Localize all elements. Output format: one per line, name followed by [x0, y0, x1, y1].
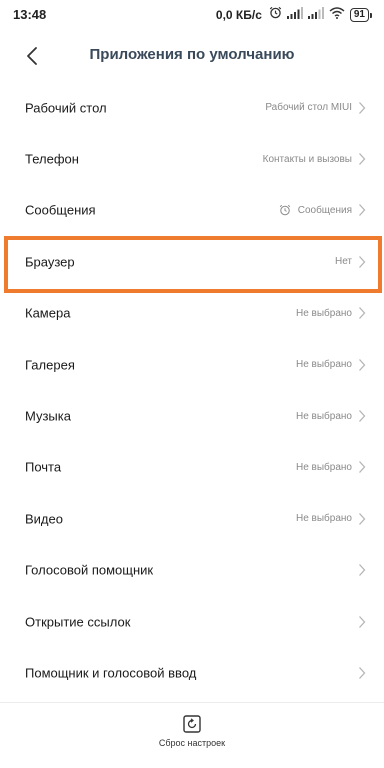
chevron-right-icon — [359, 615, 366, 628]
bottom-divider — [0, 702, 384, 703]
list-item-label: Браузер — [25, 254, 75, 270]
chevron-right-icon — [359, 461, 366, 474]
signal-icon — [286, 6, 303, 24]
settings-list: Рабочий стол Рабочий стол MIUI Телефон К… — [0, 82, 384, 699]
list-item-value: Не выбрано — [296, 359, 352, 371]
list-item-messages[interactable]: Сообщения Сообщения — [0, 185, 384, 236]
status-icons: 0,0 КБ/с 91 — [216, 6, 372, 24]
chevron-right-icon — [359, 153, 366, 166]
list-item-label: Галерея — [25, 357, 75, 373]
list-item-phone[interactable]: Телефон Контакты и вызовы — [0, 133, 384, 184]
list-item-desktop[interactable]: Рабочий стол Рабочий стол MIUI — [0, 82, 384, 133]
alarm-icon — [269, 6, 282, 24]
list-item-label: Почта — [25, 459, 62, 475]
reset-icon — [183, 715, 201, 733]
list-item-camera[interactable]: Камера Не выбрано — [0, 288, 384, 339]
list-item-assistant-voice-input[interactable]: Помощник и голосовой ввод — [0, 647, 384, 698]
chevron-right-icon — [359, 255, 366, 268]
signal-icon — [307, 6, 324, 24]
list-item-label: Помощник и голосовой ввод — [25, 665, 197, 681]
chevron-right-icon — [359, 564, 366, 577]
chevron-right-icon — [359, 667, 366, 679]
list-item-gallery[interactable]: Галерея Не выбрано — [0, 339, 384, 390]
list-item-value: Не выбрано — [296, 513, 352, 525]
list-item-voice-assistant[interactable]: Голосовой помощник — [0, 545, 384, 596]
page-title: Приложения по умолчанию — [89, 46, 295, 63]
list-item-label: Видео — [25, 511, 63, 527]
list-item-value: Сообщения — [297, 204, 352, 216]
alarm-icon — [279, 205, 290, 216]
chevron-right-icon — [359, 358, 366, 371]
list-item-label: Телефон — [25, 151, 79, 167]
list-item-label: Камера — [25, 305, 71, 321]
list-item-label: Открытие ссылок — [25, 614, 131, 630]
list-item-value: Не выбрано — [296, 307, 352, 319]
list-item-value: Рабочий стол MIUI — [265, 102, 352, 114]
list-item-value: Нет — [334, 256, 352, 268]
network-speed: 0,0 КБ/с — [215, 8, 262, 22]
battery-icon: 91 — [349, 8, 372, 22]
list-item-value: Не выбрано — [296, 410, 352, 422]
list-item-value: Контакты и вызовы — [262, 153, 352, 165]
list-item-open-links[interactable]: Открытие ссылок — [0, 596, 384, 647]
list-item-mail[interactable]: Почта Не выбрано — [0, 442, 384, 493]
list-item-label: Рабочий стол — [25, 100, 107, 116]
chevron-right-icon — [359, 410, 366, 422]
list-item-value: Не выбрано — [296, 461, 352, 473]
chevron-right-icon — [359, 512, 366, 525]
reset-settings-button[interactable]: Сброс настроек — [142, 712, 242, 760]
battery-level: 91 — [349, 8, 369, 22]
chevron-right-icon — [359, 101, 366, 114]
list-item-label: Сообщения — [25, 202, 96, 218]
list-item-video[interactable]: Видео Не выбрано — [0, 493, 384, 544]
wifi-icon — [329, 6, 345, 24]
chevron-right-icon — [359, 204, 366, 217]
list-item-music[interactable]: Музыка Не выбрано — [0, 390, 384, 441]
status-time: 13:48 — [13, 7, 47, 22]
status-bar: 13:48 0,0 КБ/с 91 — [0, 0, 384, 32]
reset-settings-label: Сброс настроек — [158, 738, 226, 748]
chevron-right-icon — [359, 307, 366, 320]
list-item-browser[interactable]: Браузер Нет — [0, 236, 384, 287]
list-item-label: Голосовой помощник — [25, 562, 154, 578]
header: Приложения по умолчанию — [0, 34, 384, 78]
list-item-label: Музыка — [25, 408, 71, 424]
